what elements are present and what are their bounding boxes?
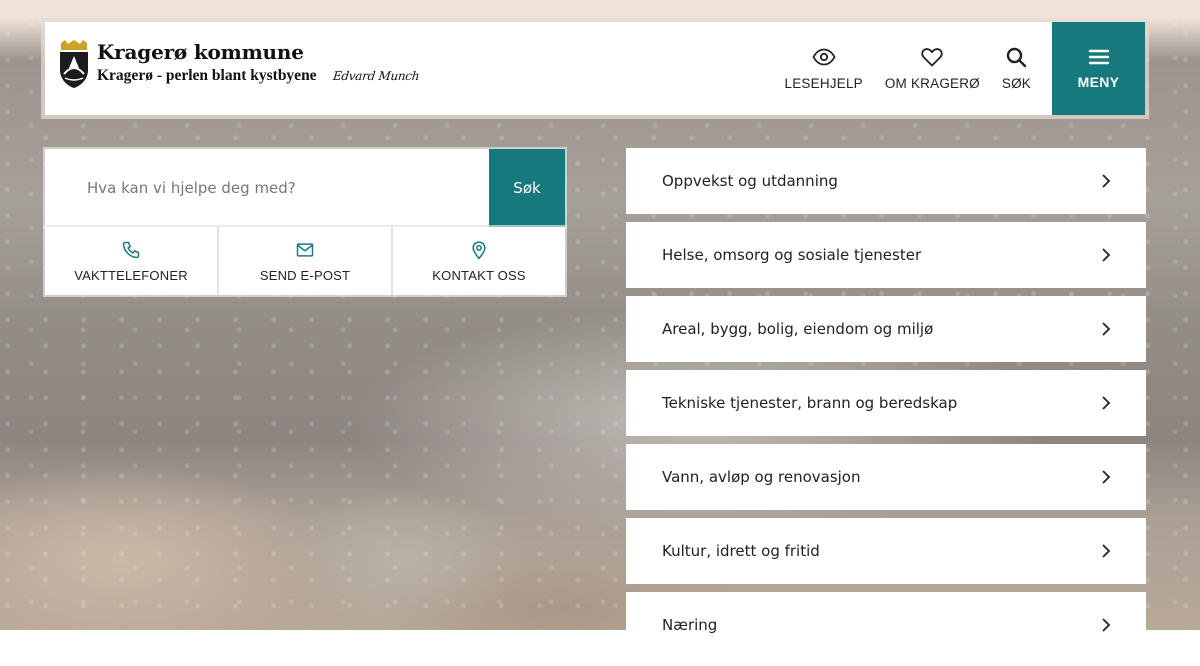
category-item[interactable]: Helse, omsorg og sosiale tjenester xyxy=(626,222,1146,288)
chevron-right-icon xyxy=(1102,618,1111,632)
chevron-right-icon xyxy=(1102,470,1111,484)
nav-sok[interactable]: SØK xyxy=(991,22,1042,115)
nav-om-kragero-label: OM KRAGERØ xyxy=(884,75,980,91)
category-item[interactable]: Næring xyxy=(626,592,1146,658)
phone-icon xyxy=(122,241,140,258)
category-item[interactable]: Oppvekst og utdanning xyxy=(626,148,1146,214)
category-item[interactable]: Vann, avløp og renovasjon xyxy=(626,444,1146,510)
search-icon xyxy=(1007,47,1027,67)
category-label: Næring xyxy=(662,616,718,634)
chevron-right-icon xyxy=(1102,174,1111,188)
site-title: Kragerø kommune xyxy=(97,40,304,64)
quick-link-vakttelefoner-label: VAKTTELEFONER xyxy=(74,267,188,283)
hamburger-icon xyxy=(1088,49,1109,65)
search-form: Søk xyxy=(45,149,565,227)
nav-om-kragero[interactable]: OM KRAGERØ xyxy=(874,22,991,115)
category-item[interactable]: Tekniske tjenester, brann og beredskap xyxy=(626,370,1146,436)
category-label: Helse, omsorg og sosiale tjenester xyxy=(662,246,922,264)
search-input[interactable] xyxy=(45,149,489,227)
crest-icon xyxy=(60,40,88,88)
category-label: Oppvekst og utdanning xyxy=(662,172,838,190)
logo-link[interactable]: Kragerø kommune Kragerø - perlen blant k… xyxy=(58,40,420,88)
category-label: Kultur, idrett og fritid xyxy=(662,542,820,560)
category-label: Tekniske tjenester, brann og beredskap xyxy=(662,394,958,412)
quick-link-kontakt-oss-label: KONTAKT OSS xyxy=(432,267,526,283)
quick-link-vakttelefoner[interactable]: VAKTTELEFONER xyxy=(45,227,219,295)
category-list: Oppvekst og utdanning Helse, omsorg og s… xyxy=(626,148,1146,666)
chevron-right-icon xyxy=(1102,248,1111,262)
nav-sok-label: SØK xyxy=(1001,75,1031,91)
site-tagline: Kragerø - perlen blant kystbyene xyxy=(97,67,317,84)
top-strip xyxy=(0,0,1200,16)
header-nav: LESEHJELP OM KRAGERØ SØK MENY xyxy=(774,22,1145,115)
eye-icon xyxy=(812,48,836,65)
mail-icon xyxy=(296,242,314,257)
quick-link-send-e-post[interactable]: SEND E-POST xyxy=(219,227,393,295)
munch-signature: Edvard Munch xyxy=(331,69,420,83)
chevron-right-icon xyxy=(1102,544,1111,558)
chevron-right-icon xyxy=(1102,396,1111,410)
category-label: Vann, avløp og renovasjon xyxy=(662,468,861,486)
category-item[interactable]: Kultur, idrett og fritid xyxy=(626,518,1146,584)
location-pin-icon xyxy=(472,240,486,259)
quick-links: VAKTTELEFONER SEND E-POST KONTAKT OSS xyxy=(45,227,565,295)
category-label: Areal, bygg, bolig, eiendom og miljø xyxy=(662,320,934,338)
site-header: Kragerø kommune Kragerø - perlen blant k… xyxy=(45,22,1145,115)
quick-link-kontakt-oss[interactable]: KONTAKT OSS xyxy=(393,227,565,295)
heart-icon xyxy=(921,47,943,67)
nav-lesehjelp-label: LESEHJELP xyxy=(784,75,863,91)
nav-lesehjelp[interactable]: LESEHJELP xyxy=(774,22,874,115)
search-button[interactable]: Søk xyxy=(489,149,565,227)
quick-link-send-e-post-label: SEND E-POST xyxy=(259,267,351,283)
menu-button[interactable]: MENY xyxy=(1052,22,1145,115)
menu-label: MENY xyxy=(1077,74,1120,90)
chevron-right-icon xyxy=(1102,322,1111,336)
category-item[interactable]: Areal, bygg, bolig, eiendom og miljø xyxy=(626,296,1146,362)
